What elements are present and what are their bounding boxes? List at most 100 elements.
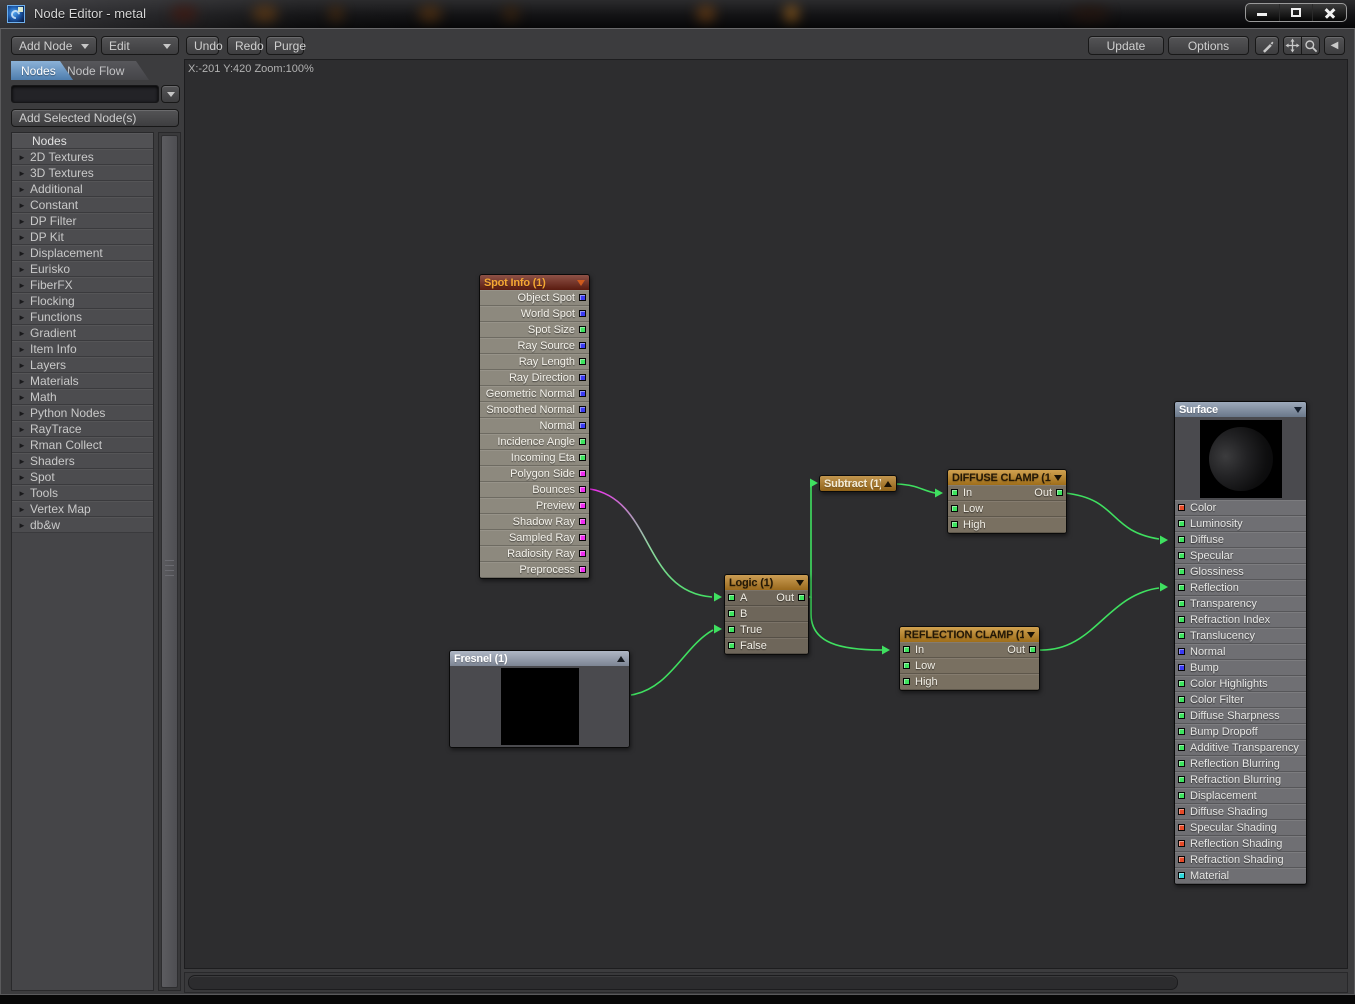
- canvas[interactable]: X:-201 Y:420 Zoom:100% Spot Info (1)Obje…: [184, 59, 1348, 969]
- node-menu-down-icon[interactable]: [1054, 475, 1062, 481]
- node-fresnel[interactable]: Fresnel (1): [449, 650, 630, 748]
- node-reflection-clamp[interactable]: REFLECTION CLAMP (1)InOutLowHigh: [899, 626, 1040, 691]
- sidebar-item-item-info[interactable]: ►Item Info: [12, 341, 153, 357]
- zoom-tool-button[interactable]: [1301, 36, 1320, 55]
- node-header[interactable]: Spot Info (1): [480, 275, 589, 290]
- sidebar-item-tools[interactable]: ►Tools: [12, 485, 153, 501]
- port-in-in[interactable]: [951, 489, 958, 496]
- port-in-glossiness[interactable]: [1178, 568, 1185, 575]
- port-out-out[interactable]: [798, 594, 805, 601]
- port-out-world-spot[interactable]: [579, 310, 586, 317]
- node-menu-down-icon[interactable]: [796, 580, 804, 586]
- sidebar-item-displacement[interactable]: ►Displacement: [12, 245, 153, 261]
- port-in-a[interactable]: [728, 594, 735, 601]
- node-collapse-up-icon[interactable]: [884, 481, 892, 487]
- options-button[interactable]: Options: [1168, 36, 1249, 55]
- port-out-preprocess[interactable]: [579, 566, 586, 573]
- sidebar-item-shaders[interactable]: ►Shaders: [12, 453, 153, 469]
- port-in-diffuse-shading[interactable]: [1178, 808, 1185, 815]
- node-menu-down-icon[interactable]: [577, 280, 585, 286]
- port-in-transparency[interactable]: [1178, 600, 1185, 607]
- sidebar-item-rman-collect[interactable]: ►Rman Collect: [12, 437, 153, 453]
- node-diffuse-clamp[interactable]: DIFFUSE CLAMP (1)InOutLowHigh: [947, 469, 1067, 534]
- port-in-translucency[interactable]: [1178, 632, 1185, 639]
- sidebar-item-dp-filter[interactable]: ►DP Filter: [12, 213, 153, 229]
- port-in-color-filter[interactable]: [1178, 696, 1185, 703]
- node-header[interactable]: REFLECTION CLAMP (1): [900, 627, 1039, 642]
- sidebar-item-db-w[interactable]: ►db&w: [12, 517, 153, 533]
- sidebar-item-raytrace[interactable]: ►RayTrace: [12, 421, 153, 437]
- port-in-in[interactable]: [903, 646, 910, 653]
- port-out-sampled-ray[interactable]: [579, 534, 586, 541]
- port-out-out[interactable]: [1029, 646, 1036, 653]
- pan-tool-button[interactable]: [1283, 36, 1302, 55]
- sidebar-item-constant[interactable]: ►Constant: [12, 197, 153, 213]
- close-button[interactable]: [1313, 4, 1346, 21]
- port-out-radiosity-ray[interactable]: [579, 550, 586, 557]
- search-input[interactable]: [11, 85, 159, 103]
- port-in-luminosity[interactable]: [1178, 520, 1185, 527]
- node-collapse-up-icon[interactable]: [617, 656, 625, 662]
- port-in-diffuse[interactable]: [1178, 536, 1185, 543]
- node-menu-down-icon[interactable]: [1294, 407, 1302, 413]
- port-in-true[interactable]: [728, 626, 735, 633]
- port-out-ray-length[interactable]: [579, 358, 586, 365]
- port-out-out[interactable]: [1056, 489, 1063, 496]
- port-in-normal[interactable]: [1178, 648, 1185, 655]
- port-in-low[interactable]: [903, 662, 910, 669]
- titlebar[interactable]: Node Editor - metal: [0, 0, 1355, 28]
- port-out-ray-direction[interactable]: [579, 374, 586, 381]
- sidebar-item-3d-textures[interactable]: ►3D Textures: [12, 165, 153, 181]
- node-menu-down-icon[interactable]: [1027, 632, 1035, 638]
- node-header[interactable]: Subtract (1): [820, 476, 896, 491]
- port-in-bump-dropoff[interactable]: [1178, 728, 1185, 735]
- sidebar-item-gradient[interactable]: ►Gradient: [12, 325, 153, 341]
- purge-button[interactable]: Purge: [266, 36, 304, 55]
- port-out-incoming-eta[interactable]: [579, 454, 586, 461]
- canvas-hscrollbar-thumb[interactable]: [188, 975, 1178, 990]
- port-in-refraction-blurring[interactable]: [1178, 776, 1185, 783]
- sidebar-item-dp-kit[interactable]: ►DP Kit: [12, 229, 153, 245]
- port-in-false[interactable]: [728, 642, 735, 649]
- node-header[interactable]: DIFFUSE CLAMP (1): [948, 470, 1066, 485]
- port-out-polygon-side[interactable]: [579, 470, 586, 477]
- port-out-object-spot[interactable]: [579, 294, 586, 301]
- node-logic[interactable]: Logic (1)AOutBTrueFalse: [724, 574, 809, 655]
- sidebar-item-materials[interactable]: ►Materials: [12, 373, 153, 389]
- port-in-color-highlights[interactable]: [1178, 680, 1185, 687]
- sidebar-scrollbar-thumb[interactable]: [161, 135, 178, 988]
- port-out-ray-source[interactable]: [579, 342, 586, 349]
- sidebar-item-functions[interactable]: ►Functions: [12, 309, 153, 325]
- pen-tool-button[interactable]: [1255, 36, 1279, 55]
- port-in-low[interactable]: [951, 505, 958, 512]
- add-node-dropdown[interactable]: Add Node: [11, 36, 97, 55]
- sidebar-scrollbar[interactable]: [158, 132, 181, 991]
- port-out-preview[interactable]: [579, 502, 586, 509]
- port-out-incidence-angle[interactable]: [579, 438, 586, 445]
- canvas-hscrollbar[interactable]: [184, 972, 1348, 993]
- port-in-specular[interactable]: [1178, 552, 1185, 559]
- edit-dropdown[interactable]: Edit: [101, 36, 179, 55]
- port-in-material[interactable]: [1178, 872, 1185, 879]
- sidebar-item-python-nodes[interactable]: ►Python Nodes: [12, 405, 153, 421]
- port-in-bump[interactable]: [1178, 664, 1185, 671]
- sidebar-item-vertex-map[interactable]: ►Vertex Map: [12, 501, 153, 517]
- sidebar-item-fiberfx[interactable]: ►FiberFX: [12, 277, 153, 293]
- collapse-panel-button[interactable]: ◀: [1324, 36, 1345, 55]
- update-button[interactable]: Update: [1088, 36, 1164, 55]
- sidebar-item-layers[interactable]: ►Layers: [12, 357, 153, 373]
- search-dropdown-button[interactable]: [161, 85, 180, 103]
- port-out-shadow-ray[interactable]: [579, 518, 586, 525]
- port-out-spot-size[interactable]: [579, 326, 586, 333]
- undo-button[interactable]: Undo: [186, 36, 219, 55]
- sidebar-item-math[interactable]: ►Math: [12, 389, 153, 405]
- port-in-high[interactable]: [951, 521, 958, 528]
- node-spot-info[interactable]: Spot Info (1)Object SpotWorld SpotSpot S…: [479, 274, 590, 579]
- port-in-diffuse-sharpness[interactable]: [1178, 712, 1185, 719]
- sidebar-item-spot[interactable]: ►Spot: [12, 469, 153, 485]
- node-surface[interactable]: SurfaceColorLuminosityDiffuseSpecularGlo…: [1174, 401, 1307, 885]
- port-in-reflection[interactable]: [1178, 584, 1185, 591]
- port-in-high[interactable]: [903, 678, 910, 685]
- sidebar-item-2d-textures[interactable]: ►2D Textures: [12, 149, 153, 165]
- node-header[interactable]: Fresnel (1): [450, 651, 629, 666]
